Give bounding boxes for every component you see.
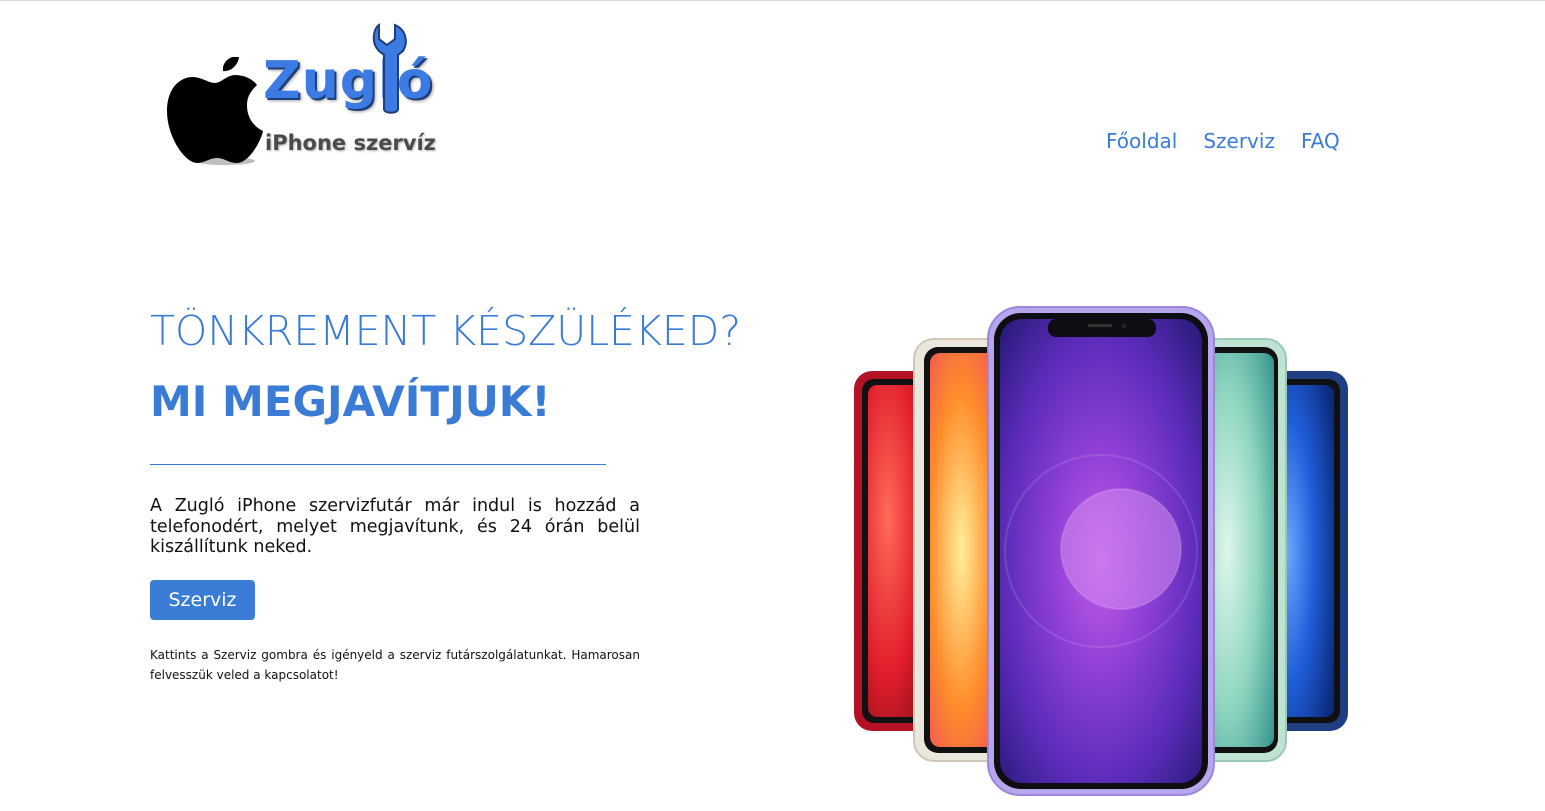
nav-item-szerviz[interactable]: Szerviz	[1203, 129, 1275, 153]
logo-subtitle: iPhone szervíz	[265, 131, 436, 155]
wrench-icon	[372, 23, 407, 114]
hero-headline: TÖNKREMENT KÉSZÜLÉKED?	[150, 307, 742, 355]
hero-subheadline: MI MEGJAVÍTJUK!	[150, 377, 551, 426]
nav-item-fooldal[interactable]: Főoldal	[1106, 129, 1177, 153]
main-nav: Főoldal Szerviz FAQ	[1106, 129, 1340, 153]
nav-item-faq[interactable]: FAQ	[1301, 129, 1340, 153]
site-logo[interactable]: Zugló iPhone szervíz	[165, 21, 455, 171]
iphone-purple	[987, 306, 1215, 796]
hero-divider	[150, 464, 606, 465]
hero-note: Kattints a Szerviz gombra és igényeld a …	[150, 648, 640, 682]
apple-icon	[167, 57, 263, 165]
iphone-lineup-image	[854, 306, 1348, 796]
hero-description: A Zugló iPhone szervizfutár már indul is…	[150, 496, 640, 557]
szerviz-button[interactable]: Szerviz	[150, 580, 255, 620]
